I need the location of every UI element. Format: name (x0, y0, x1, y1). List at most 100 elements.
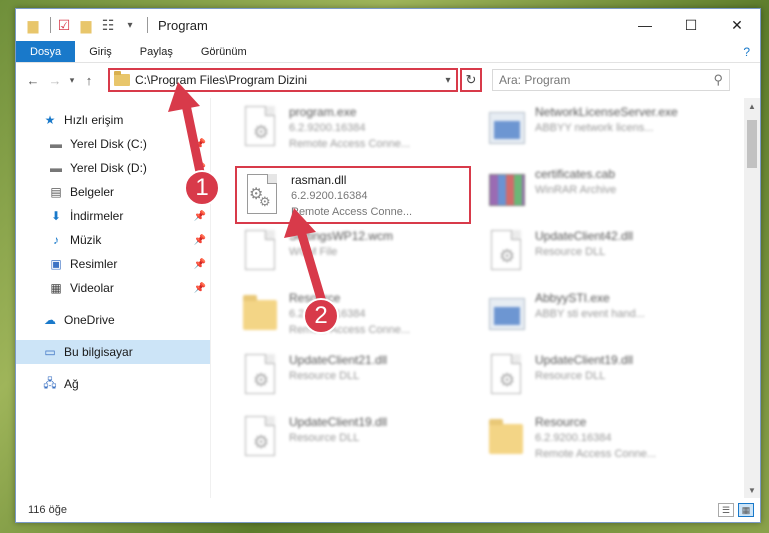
scroll-down-icon[interactable]: ▼ (744, 482, 760, 498)
forward-button[interactable]: → (44, 69, 66, 91)
window-controls: — ☐ ✕ (622, 9, 760, 41)
dll-gear-icon: ⚙ (487, 230, 527, 274)
tab-gorunum[interactable]: Görünüm (187, 41, 261, 62)
sidebar-item-label: Videolar (70, 281, 114, 295)
properties-icon[interactable]: ☑ (55, 16, 73, 34)
sidebar-item-belgeler[interactable]: ▤ Belgeler 📌 (16, 180, 210, 204)
sidebar-item-this-pc[interactable]: ▭ Bu bilgisayar (16, 340, 210, 364)
file-name: NetworkLicenseServer.exe (535, 105, 678, 119)
sidebar-item-quick-access[interactable]: ★ Hızlı erişim (16, 108, 210, 132)
documents-icon: ▤ (50, 185, 62, 199)
pin-icon[interactable]: 📌 (194, 283, 206, 294)
pin-icon[interactable]: 📌 (194, 211, 206, 222)
list-item[interactable]: ⚙ program.exe 6.2.9200.16384 Remote Access… (235, 100, 475, 158)
file-version: 6.2.9200.16384 (291, 190, 368, 202)
sidebar-item-label: Bu bilgisayar (64, 345, 133, 359)
star-icon: ★ (44, 113, 56, 127)
back-button[interactable]: ← (22, 69, 44, 91)
new-folder-icon[interactable]: ▆ (77, 16, 95, 34)
search-input[interactable]: Ara: Program (499, 73, 713, 87)
download-icon: ⬇ (50, 209, 62, 223)
navigation-pane: ★ Hızlı erişim ▬ Yerel Disk (C:) 📌 ▬ Yer… (16, 98, 210, 498)
file-name: AbbyySTI.exe (535, 291, 610, 305)
list-item-highlighted[interactable]: ⚙ ⚙ rasman.dll 6.2.9200.16384 Remote Access… (235, 166, 471, 224)
tab-giris[interactable]: Giriş (75, 41, 126, 62)
list-item[interactable]: Resource6.2.9200.16384Remote Access Conn… (481, 410, 721, 468)
scroll-thumb[interactable] (747, 120, 757, 168)
cloud-icon: ☁ (44, 313, 56, 327)
tab-dosya[interactable]: Dosya (16, 41, 76, 62)
folder-icon (487, 416, 527, 460)
dll-gear-icon: ⚙ (487, 354, 527, 398)
file-description: WCM File (289, 246, 338, 258)
window-title: Program (158, 17, 208, 33)
sidebar-item-videolar[interactable]: ▦ Videolar 📌 (16, 276, 210, 300)
file-name: Resource (535, 415, 587, 429)
sidebar-item-label: Yerel Disk (D:) (70, 161, 147, 175)
pin-icon[interactable]: 📌 (194, 235, 206, 246)
maximize-button[interactable]: ☐ (668, 9, 714, 41)
pin-icon[interactable]: 📌 (194, 259, 206, 270)
folder-icon (241, 292, 281, 336)
address-path[interactable]: C:\Program Files\Program Dizini (135, 73, 440, 87)
network-icon: 🖧 (43, 375, 57, 390)
vertical-scrollbar[interactable]: ▲ ▼ (744, 98, 760, 498)
file-description: WinRAR Archive (535, 184, 617, 196)
customize-dropdown-icon[interactable]: ▾ (121, 16, 139, 34)
address-bar[interactable]: C:\Program Files\Program Dizini ▾ (108, 68, 458, 92)
file-description: Resource DLL (289, 370, 360, 382)
list-item[interactable]: AbbyySTI.exe ABBY sti event hand... (481, 286, 721, 344)
list-item[interactable]: SettingsWP12.wcm WCM File (235, 224, 475, 282)
sidebar-item-label: Yerel Disk (C:) (70, 137, 147, 151)
explorer-window: ▆ ☑ ▆ ☷ ▾ Program — ☐ ✕ Dosya Giriş Payl… (15, 8, 761, 523)
sidebar-item-disk-c[interactable]: ▬ Yerel Disk (C:) 📌 (16, 132, 210, 156)
list-item[interactable]: ⚙ UpdateClient19.dll Resource DLL (235, 410, 475, 468)
tab-paylas[interactable]: Paylaş (126, 41, 187, 62)
sidebar-item-label: Ağ (64, 377, 79, 391)
sidebar-item-onedrive[interactable]: ☁ OneDrive (16, 308, 210, 332)
dll-gear-icon: ⚙ ⚙ (243, 174, 283, 218)
minimize-button[interactable]: — (622, 9, 668, 41)
recent-locations-icon[interactable]: ▾ (66, 69, 78, 91)
sidebar-item-label: OneDrive (64, 313, 115, 327)
view-options-icon[interactable]: ☷ (99, 16, 117, 34)
dll-gear-icon: ⚙ (241, 416, 281, 460)
list-item[interactable]: NetworkLicenseServer.exe ABBYY network li… (481, 100, 721, 158)
tiles-view-icon[interactable]: ▦ (738, 503, 754, 517)
pin-icon[interactable]: 📌 (194, 139, 206, 150)
videos-icon: ▦ (50, 281, 62, 295)
sidebar-item-network[interactable]: 🖧 Ağ (16, 372, 210, 396)
list-item[interactable]: ⚙ UpdateClient42.dll Resource DLL (481, 224, 721, 282)
file-name: rasman.dll (291, 173, 347, 187)
help-button[interactable]: ? (743, 41, 760, 62)
drive-icon: ▬ (50, 161, 62, 175)
sidebar-item-label: Müzik (70, 233, 102, 247)
sidebar-item-disk-d[interactable]: ▬ Yerel Disk (D:) 📌 (16, 156, 210, 180)
list-item[interactable]: ⚙ UpdateClient21.dll Resource DLL (235, 348, 475, 406)
list-item[interactable]: ⚙ UpdateClient19.dll Resource DLL (481, 348, 721, 406)
list-item[interactable]: Resource6.2.9200.16384Remote Access Conn… (235, 286, 475, 344)
up-button[interactable]: ↑ (78, 69, 100, 91)
folder-icon[interactable]: ▆ (24, 16, 42, 34)
archive-icon (487, 168, 527, 212)
scroll-up-icon[interactable]: ▲ (744, 98, 760, 114)
file-description: Resource DLL (535, 370, 606, 382)
list-item[interactable]: certificates.cab WinRAR Archive (481, 162, 721, 220)
sidebar-item-label: Resimler (70, 257, 118, 271)
chevron-down-icon[interactable]: ▾ (440, 75, 456, 86)
search-box[interactable]: Ara: Program ⚲ (492, 69, 730, 91)
sidebar-item-muzik[interactable]: ♪ Müzik 📌 (16, 228, 210, 252)
search-icon[interactable]: ⚲ (713, 72, 723, 88)
refresh-button[interactable]: ↻ (460, 68, 482, 92)
file-name: UpdateClient42.dll (535, 229, 634, 243)
dll-gear-icon: ⚙ (241, 354, 281, 398)
exe-icon: ⚙ (241, 106, 281, 150)
details-view-icon[interactable]: ☰ (718, 503, 734, 517)
file-name: UpdateClient19.dll (535, 353, 634, 367)
close-button[interactable]: ✕ (714, 9, 760, 41)
sidebar-item-indirmeler[interactable]: ⬇ İndirmeler 📌 (16, 204, 210, 228)
step-badge-2: 2 (303, 298, 339, 334)
file-name: program.exe (289, 105, 357, 119)
folder-icon (114, 71, 130, 86)
sidebar-item-resimler[interactable]: ▣ Resimler 📌 (16, 252, 210, 276)
